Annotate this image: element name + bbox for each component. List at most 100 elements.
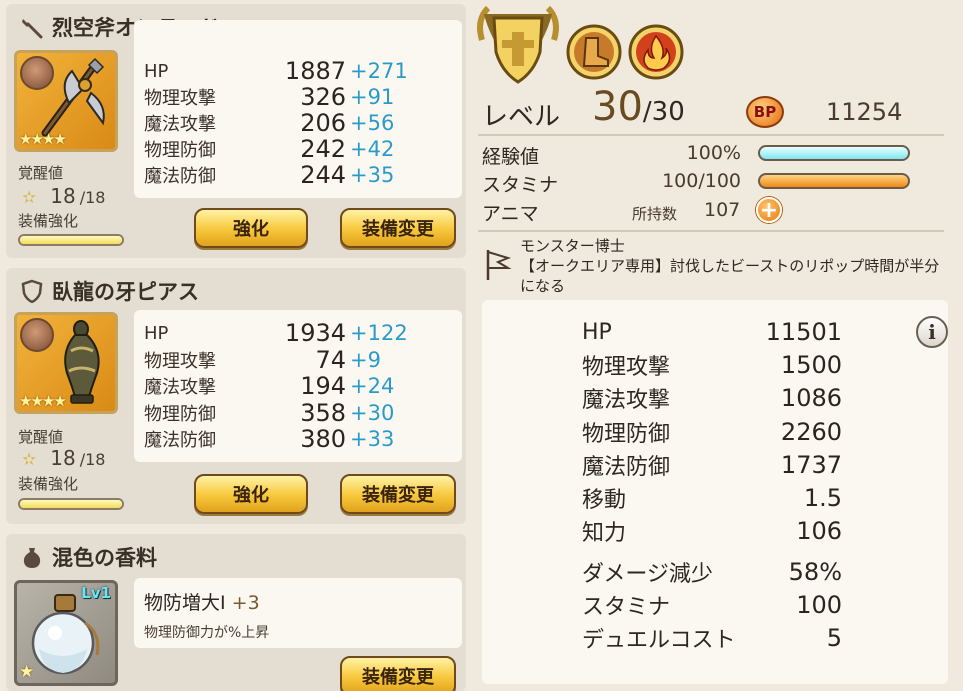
rarity-stars: ★ [19, 662, 34, 682]
stamina-bar [758, 173, 910, 189]
star-icon: ✫ [22, 450, 37, 470]
star-icon: ✫ [22, 188, 37, 208]
stamina-value: 100/100 [662, 170, 741, 192]
total-stat-value: 2260 [780, 418, 842, 446]
total-stat-value: 1500 [780, 351, 842, 379]
level-current: 30 [592, 84, 643, 130]
total-stat-row: 物理攻撃 1500 [582, 349, 842, 381]
total-stat-label: 知力 [582, 521, 627, 546]
fire-emblem-icon[interactable] [628, 24, 684, 80]
total-stat-row: 知力 106 [582, 515, 842, 547]
anima-label: アニマ [482, 203, 539, 225]
stat-value: 380 [300, 425, 346, 453]
spice-icon[interactable]: Lv1 ★ [14, 580, 118, 686]
stat-bonus: +56 [350, 111, 395, 135]
stat-value: 244 [300, 161, 346, 189]
exp-bar [758, 145, 910, 161]
stat-row: HP 1934 +122 [144, 319, 454, 347]
stat-label: 魔法防御 [144, 166, 216, 187]
total-stat-row: スタミナ 100 [582, 589, 842, 621]
total-stat-row: 魔法攻撃 1086 [582, 382, 842, 414]
awaken-label: 覚醒値 [18, 164, 64, 182]
accessory-icon[interactable]: ★★★★ [14, 312, 118, 414]
exp-label: 経験値 [482, 146, 540, 168]
accessory-name: 臥龍の牙ピアス [52, 280, 199, 304]
stat-label: 物理攻撃 [144, 88, 216, 109]
stat-bonus: +30 [350, 401, 395, 425]
effect-name: 物防増大Ⅰ [144, 592, 226, 614]
equipment-column: 烈空斧オンラード ★★★★ 覚醒値 ✫ 18/18 装備強化 HP1887+27… [0, 0, 470, 691]
total-stat-value: 11501 [765, 318, 842, 346]
total-stat-value: 58% [788, 558, 842, 586]
stat-label: 魔法攻撃 [144, 377, 216, 398]
stat-value: 206 [300, 109, 346, 137]
stat-label: 魔法防御 [144, 430, 216, 451]
weapon-panel: 烈空斧オンラード ★★★★ 覚醒値 ✫ 18/18 装備強化 HP1887+27… [6, 4, 466, 258]
change-equipment-button[interactable]: 装備変更 [340, 208, 456, 248]
stat-label: HP [144, 322, 169, 344]
laurel-shield-emblem-icon[interactable] [472, 0, 564, 94]
awaken-current: 18 [50, 446, 76, 470]
status-column: レベル 30/30 BP 11254 経験値 100% スタミナ 100/100… [470, 0, 963, 691]
stat-bonus: +122 [350, 321, 408, 345]
info-button[interactable]: i [916, 316, 948, 348]
awaken-label: 覚醒値 [18, 428, 64, 446]
effect-bonus: +3 [231, 592, 260, 614]
stat-value: 74 [315, 346, 346, 374]
axe-icon [20, 15, 44, 39]
stat-label: 物理防御 [144, 140, 216, 161]
enhance-button[interactable]: 強化 [194, 474, 308, 514]
boot-emblem-icon[interactable] [566, 24, 622, 80]
stat-label: 物理攻撃 [144, 351, 216, 372]
stat-row: 物理防御 358 +30 [144, 399, 454, 427]
awaken-max: /18 [79, 188, 106, 207]
stat-bonus: +42 [350, 137, 395, 161]
stat-row: 物理攻撃 326 +91 [144, 83, 454, 111]
total-stat-label: スタミナ [582, 595, 671, 620]
add-anima-button[interactable]: + [756, 197, 782, 223]
enhance-button[interactable]: 強化 [194, 208, 308, 248]
level-label: レベル [482, 102, 561, 132]
change-equipment-button[interactable]: 装備変更 [340, 656, 456, 691]
awaken-value: ✫ 18/18 [22, 184, 105, 208]
total-stat-row: デュエルコスト 5 [582, 622, 842, 654]
level-max: /30 [642, 97, 685, 127]
stat-value: 358 [300, 399, 346, 427]
total-stat-label: 移動 [582, 488, 627, 513]
owned-label: 所持数 [632, 205, 678, 223]
change-equipment-button[interactable]: 装備変更 [340, 474, 456, 514]
spice-title: 混色の香料 [20, 542, 157, 572]
stat-label: 物理防御 [144, 404, 216, 425]
total-stat-value: 1086 [780, 384, 842, 412]
stat-value: 326 [300, 83, 346, 111]
level-value: 30/30 [592, 84, 685, 130]
total-stat-label: 物理攻撃 [582, 355, 671, 380]
effect-description: 物理防御力が%上昇 [144, 625, 270, 641]
total-stat-label: 魔法攻撃 [582, 388, 671, 413]
awaken-value: ✫ 18/18 [22, 446, 105, 470]
total-stats-card: i HP 11501 物理攻撃 1500 魔法攻撃 1086 物理防御 2260 魔法防… [482, 300, 948, 684]
weapon-icon[interactable]: ★★★★ [14, 50, 118, 152]
stat-bonus: +33 [350, 427, 395, 451]
stat-value: 194 [300, 372, 346, 400]
total-stat-value: 106 [796, 517, 842, 545]
spice-panel: 混色の香料 Lv1 ★ 物防増大Ⅰ +3 物理防御力が%上昇 装備変更 [6, 534, 466, 691]
enhance-label: 装備強化 [18, 212, 79, 230]
stat-label: HP [144, 60, 169, 82]
total-stat-value: 100 [796, 591, 842, 619]
total-stat-value: 1.5 [803, 484, 842, 512]
total-stat-row: 移動 1.5 [582, 482, 842, 514]
flag-icon [486, 250, 512, 280]
enhance-bar-fill [20, 500, 122, 508]
shield-icon [20, 279, 44, 303]
enhance-bar [18, 498, 124, 510]
spice-effect-card: 物防増大Ⅰ +3 物理防御力が%上昇 [134, 578, 462, 648]
total-stat-row: 物理防御 2260 [582, 416, 842, 448]
stat-bonus: +35 [350, 163, 395, 187]
total-stat-label: 物理防御 [582, 422, 671, 447]
total-stat-row: HP 11501 [582, 316, 842, 348]
awaken-current: 18 [50, 184, 76, 208]
exp-value: 100% [686, 142, 741, 164]
stat-row: 魔法防御 244 +35 [144, 161, 454, 189]
stat-value: 1934 [284, 319, 346, 347]
